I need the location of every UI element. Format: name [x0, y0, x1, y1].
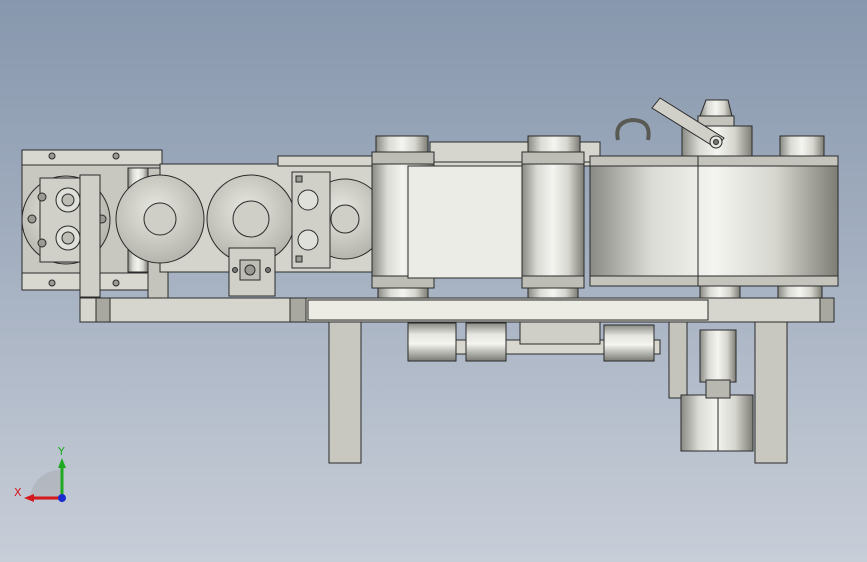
shaft-coupler: [699, 329, 737, 383]
lifting-eye: [615, 117, 651, 141]
belt-segment: [407, 165, 539, 279]
z-axis-dot: [58, 494, 66, 502]
y-axis-label: Y: [57, 445, 65, 458]
roller-2: [521, 151, 585, 289]
roller-2-cap: [527, 135, 581, 155]
lower-pulley-3: [603, 324, 655, 362]
cad-drawing[interactable]: Y X: [0, 0, 867, 562]
lower-pulley-2: [465, 322, 507, 362]
roller-1-cap: [375, 135, 429, 155]
x-axis-label: X: [14, 486, 22, 499]
right-leg: [754, 319, 788, 464]
large-drum: [589, 155, 839, 287]
mid-clamp: [291, 171, 331, 269]
x-axis-arrow: [24, 494, 34, 502]
bottom-motor: [680, 394, 754, 452]
y-axis-arrow: [58, 458, 66, 468]
right-roller-cap: [779, 135, 825, 157]
left-leg: [328, 319, 362, 464]
cad-viewport[interactable]: Y X: [0, 0, 867, 562]
coordinate-triad: Y X: [14, 445, 66, 502]
tensioner-cone: [699, 99, 733, 117]
motor-bracket: [668, 319, 688, 399]
lower-pulley-1: [407, 322, 457, 362]
